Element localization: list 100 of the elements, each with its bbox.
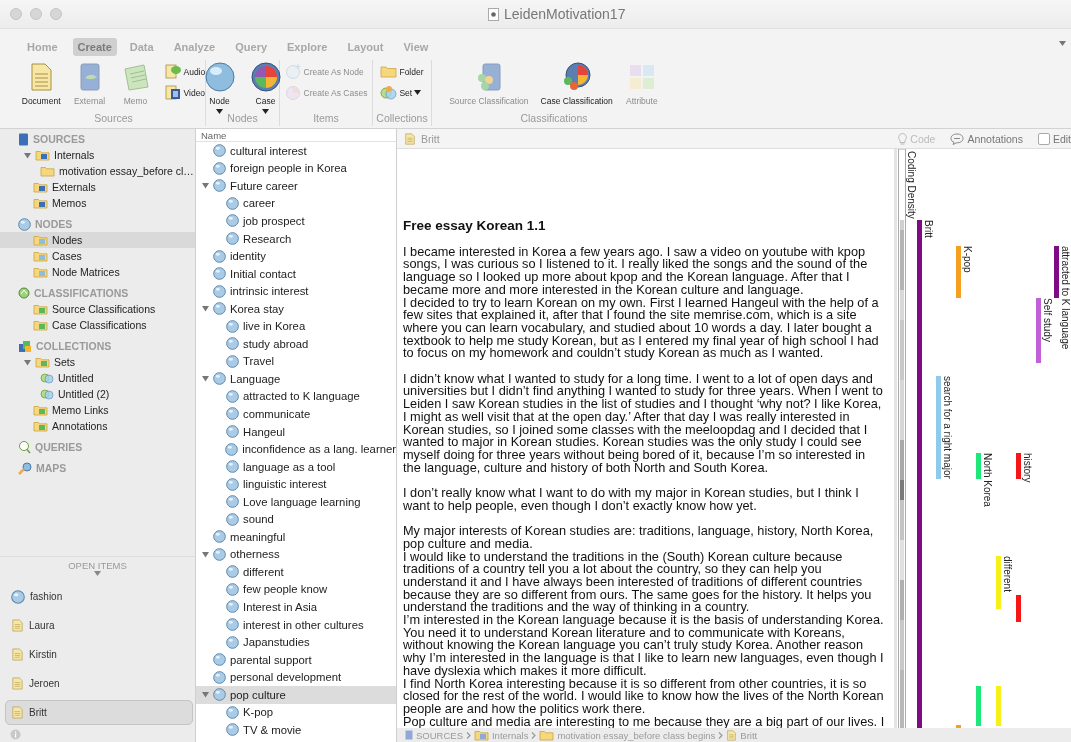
node-row[interactable]: Korea stay [196, 299, 396, 318]
sidebar-item[interactable]: Sets [0, 354, 195, 370]
node-row[interactable]: Research [196, 229, 396, 248]
info-icon[interactable] [10, 729, 21, 740]
sidebar-item[interactable]: Externals [0, 179, 195, 195]
speech-bubble-icon [950, 132, 965, 145]
node-row[interactable]: TV & movie [196, 721, 396, 739]
sidebar-item[interactable]: Annotations [0, 418, 195, 434]
node-row[interactable]: job prospect [196, 212, 396, 230]
open-item[interactable]: fashion [5, 584, 193, 609]
sidebar-item[interactable]: Cases [0, 248, 195, 264]
node-row[interactable]: study abroad [196, 335, 396, 353]
node-row[interactable]: inconfidence as a lang. learner [196, 440, 396, 458]
node-row[interactable]: pop culture [196, 685, 396, 704]
caret-icon [262, 109, 269, 114]
sphere-icon [11, 589, 25, 604]
node-row[interactable]: attracted to K language [196, 387, 396, 406]
coding-stripe[interactable] [996, 556, 1001, 609]
sidebar-item[interactable]: Untitled (2) [0, 386, 195, 402]
node-row[interactable]: Japanstudies [196, 633, 396, 651]
sphere-icon [213, 302, 226, 316]
stripe-label: Self study [1042, 298, 1053, 342]
node-row[interactable]: parental support [196, 650, 396, 669]
node-row[interactable]: Language [196, 370, 396, 388]
node-row[interactable]: Future career [196, 177, 396, 195]
close-button[interactable] [10, 8, 22, 20]
coding-stripe[interactable] [976, 686, 981, 726]
node-row[interactable]: Interest in Asia [196, 598, 396, 616]
open-item[interactable]: Jeroen [5, 671, 193, 696]
node-row[interactable]: Initial contact [196, 264, 396, 283]
node-row[interactable]: career [196, 194, 396, 213]
zoom-button[interactable] [50, 8, 62, 20]
open-item[interactable]: Laura [5, 613, 193, 638]
expanded-triangle-icon[interactable] [201, 182, 209, 190]
node-row[interactable]: K-pop [196, 703, 396, 722]
node-row[interactable]: live in Korea [196, 317, 396, 335]
paragraph: I find North Korea interesting because it is so different from other countries, it is so closed for the rest of the world. I would like to know how the lives of the North Korean people are and how the politics work there. [403, 677, 885, 716]
open-item[interactable]: Britt [5, 700, 193, 725]
paragraph: I would like to understand the traditions in the (South) Korean culture because traditions of a country tell you a lot about the country, so they can help you understand it and I have always been interested of traditions of different countries because they are so different from ours. The same goes for the history. It helps you understand the traditions and the way of thinking in a country. [403, 550, 873, 615]
sidebar-item[interactable]: Nodes [0, 232, 195, 248]
sidebar-item[interactable]: Memos [0, 195, 195, 211]
sidebar-item[interactable]: motivation essay_before cl… [0, 163, 195, 179]
node-row[interactable]: communicate [196, 405, 396, 423]
node-label: cultural interest [230, 144, 307, 157]
column-header[interactable]: Name [196, 129, 396, 142]
coding-stripe[interactable] [1036, 298, 1041, 363]
coding-stripe[interactable] [936, 376, 941, 479]
sidebar-item[interactable]: Memo Links [0, 402, 195, 418]
node-row[interactable]: cultural interest [196, 142, 396, 160]
expanded-triangle-icon[interactable] [24, 151, 31, 159]
toolbar-button[interactable]: Annotations [950, 132, 1023, 145]
paragraph: I decided to try to learn Korean on my own. First I learned Hangeul with the help of a few sites that explained it, after that I found the site memrise.com, which is a site where you can learn vocabulary, and studied about 10 words a day. I later bought a textbook to help me study Korean, but as I entered my final year of high school I had to focus on my homework and couldn’t study Korean as much as I wanted. [403, 296, 880, 360]
sidebar-item[interactable]: Case Classifications [0, 317, 195, 333]
folder-icon [33, 303, 48, 315]
node-row[interactable]: intrinsic interest [196, 282, 396, 300]
sidebar-item[interactable]: Untitled [0, 370, 195, 386]
ribbon-button[interactable]: Document [21, 60, 61, 106]
coding-stripe[interactable] [996, 686, 1001, 726]
node-row[interactable]: language as a tool [196, 457, 396, 476]
expanded-triangle-icon[interactable] [24, 358, 31, 366]
node-row[interactable]: interest in other cultures [196, 615, 396, 634]
expanded-triangle-icon[interactable] [201, 550, 209, 558]
node-row[interactable]: personal development [196, 668, 396, 686]
sphere-icon [226, 635, 239, 649]
node-row[interactable]: Travel [196, 352, 396, 371]
ribbon-button[interactable]: Folder [380, 63, 424, 80]
expanded-triangle-icon[interactable] [201, 691, 209, 699]
node-row[interactable]: Love language learning [196, 492, 396, 511]
sphere-icon [213, 267, 226, 281]
coding-stripe[interactable] [1016, 453, 1021, 479]
ribbon-button[interactable]: Set [380, 84, 424, 101]
open-item[interactable]: Kirstin [5, 642, 193, 667]
coding-stripe[interactable] [1054, 246, 1059, 298]
document-icon [11, 677, 24, 690]
ribbon-button[interactable]: Case Classification [540, 60, 613, 106]
node-row[interactable]: Hangeul [196, 422, 396, 441]
node-row[interactable]: meaningful [196, 528, 396, 546]
chevron-icon [466, 731, 471, 739]
expanded-triangle-icon[interactable] [201, 375, 209, 383]
sidebar-item[interactable]: Internals [0, 147, 195, 163]
coding-stripe[interactable] [956, 246, 961, 298]
expanded-triangle-icon[interactable] [201, 305, 209, 313]
coding-stripe[interactable] [956, 725, 961, 728]
node-row[interactable]: linguistic interest [196, 475, 396, 493]
node-label: study abroad [243, 337, 309, 350]
minimize-button[interactable] [30, 8, 42, 20]
node-row[interactable]: identity [196, 247, 396, 265]
node-row[interactable]: otherness [196, 545, 396, 564]
node-row[interactable]: sound [196, 510, 396, 529]
coding-stripe[interactable] [976, 453, 981, 479]
node-row[interactable]: foreign people in Korea [196, 159, 396, 178]
ribbon-button[interactable]: Case [248, 60, 283, 114]
coding-stripe[interactable] [1016, 595, 1021, 622]
node-row[interactable]: few people know [196, 580, 396, 599]
sidebar-item[interactable]: Node Matrices [0, 264, 195, 280]
sidebar-item[interactable]: Source Classifications [0, 301, 195, 317]
node-row[interactable]: different [196, 563, 396, 581]
edit-checkbox[interactable]: Edit [1037, 132, 1071, 145]
group-label: Items [313, 112, 339, 124]
coding-stripe[interactable] [917, 220, 922, 728]
